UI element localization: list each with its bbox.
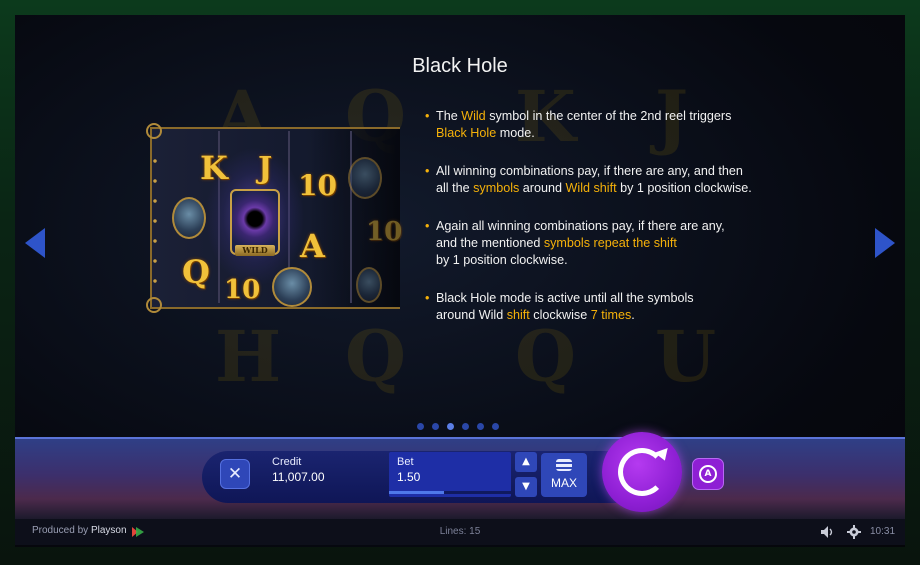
credit-label: Credit <box>272 456 302 468</box>
rule-item: • The Wild symbol in the center of the 2n… <box>425 108 806 142</box>
rule-text: all the <box>436 181 474 195</box>
footer-bar: Produced by Playson Lines: 15 10:31 <box>15 519 905 545</box>
frame-ornament <box>146 297 162 313</box>
rule-text: around Wild <box>436 308 507 322</box>
frame-ornament <box>146 123 162 139</box>
symbol-k: K <box>200 149 228 187</box>
bullet-icon: • <box>425 109 430 123</box>
highlighted-term: 7 times <box>590 308 632 322</box>
spin-arrow-head <box>654 447 672 464</box>
autoplay-button[interactable]: A <box>692 458 724 490</box>
bullet-icon: • <box>425 164 430 178</box>
symbol-10: 10 <box>224 275 261 305</box>
previous-page-arrow-icon[interactable] <box>25 228 45 258</box>
character-symbol <box>356 267 382 303</box>
rule-text: Black Hole mode is active until all the … <box>436 291 694 305</box>
credit-value: 11,007.00 <box>272 470 325 484</box>
spin-button[interactable] <box>602 432 682 512</box>
max-bet-label: MAX <box>550 476 577 490</box>
rule-text: . <box>631 308 635 322</box>
symbol-j: J <box>258 151 273 186</box>
coins-icon <box>556 459 572 471</box>
bet-label: Bet <box>397 456 414 468</box>
reel-preview-image: K J 10 A Q 10 10 WILD <box>146 123 403 313</box>
next-page-arrow-icon[interactable] <box>875 228 895 258</box>
gear-icon[interactable] <box>847 525 861 539</box>
rule-text: clockwise <box>529 308 591 322</box>
rule-item: • All winning combinations pay, if there … <box>425 163 806 197</box>
sound-icon[interactable] <box>821 526 835 538</box>
page-dot[interactable] <box>432 423 439 430</box>
reel-divider <box>350 131 352 303</box>
rule-text: by 1 position clockwise. <box>436 253 568 267</box>
bullet-icon: • <box>425 219 430 233</box>
reel-frame-dots <box>153 151 157 291</box>
bet-field[interactable]: Bet 1.50 <box>389 452 511 497</box>
symbol-10: 10 <box>298 169 337 202</box>
symbol-q: Q <box>182 253 210 291</box>
highlighted-term: symbols <box>473 181 520 195</box>
page-title: Black Hole <box>412 55 508 77</box>
character-symbol <box>272 267 312 307</box>
rule-text: mode. <box>496 126 535 140</box>
bullet-icon: • <box>425 291 430 305</box>
bet-value: 1.50 <box>397 470 421 484</box>
page-dot[interactable] <box>447 423 454 430</box>
rule-text: The <box>436 109 462 123</box>
rule-text: Again all winning combinations pay, if t… <box>436 219 725 233</box>
rule-text: by 1 position clockwise. <box>616 181 752 195</box>
page-dot[interactable] <box>462 423 469 430</box>
highlighted-term: Wild <box>461 109 486 123</box>
lines-count: Lines: 15 <box>439 526 481 537</box>
rule-text: symbol in the center of the 2nd reel tri… <box>485 109 732 123</box>
highlighted-term: Wild shift <box>565 181 617 195</box>
control-panel: ✕ Credit 11,007.00 Bet 1.50 ▲ ▼ MAX A <box>15 432 905 519</box>
character-symbol <box>172 197 206 239</box>
rule-text: and the mentioned <box>436 236 544 250</box>
page-dot[interactable] <box>492 423 499 430</box>
rule-item: • Black Hole mode is active until all the… <box>425 290 806 324</box>
highlighted-term: symbols repeat the shift <box>543 236 677 250</box>
wild-label: WILD <box>235 245 275 256</box>
clock: 10:31 <box>870 526 896 537</box>
close-button[interactable]: ✕ <box>220 459 250 489</box>
page-dot[interactable] <box>477 423 484 430</box>
character-symbol <box>348 157 382 199</box>
symbol-a: A <box>300 227 325 265</box>
highlighted-term: Black Hole <box>436 126 497 140</box>
bet-increase-button[interactable]: ▲ <box>515 452 537 472</box>
bet-level-fill <box>389 491 444 494</box>
max-bet-button[interactable]: MAX <box>541 453 587 497</box>
bet-decrease-button[interactable]: ▼ <box>515 477 537 497</box>
symbol-10: 10 <box>366 217 403 247</box>
rule-item: • Again all winning combinations pay, if … <box>425 218 806 269</box>
rule-text: All winning combinations pay, if there a… <box>436 164 743 178</box>
autoplay-icon: A <box>699 465 717 483</box>
rule-text: around <box>519 181 566 195</box>
page-dot[interactable] <box>417 423 424 430</box>
highlighted-term: shift <box>506 308 530 322</box>
